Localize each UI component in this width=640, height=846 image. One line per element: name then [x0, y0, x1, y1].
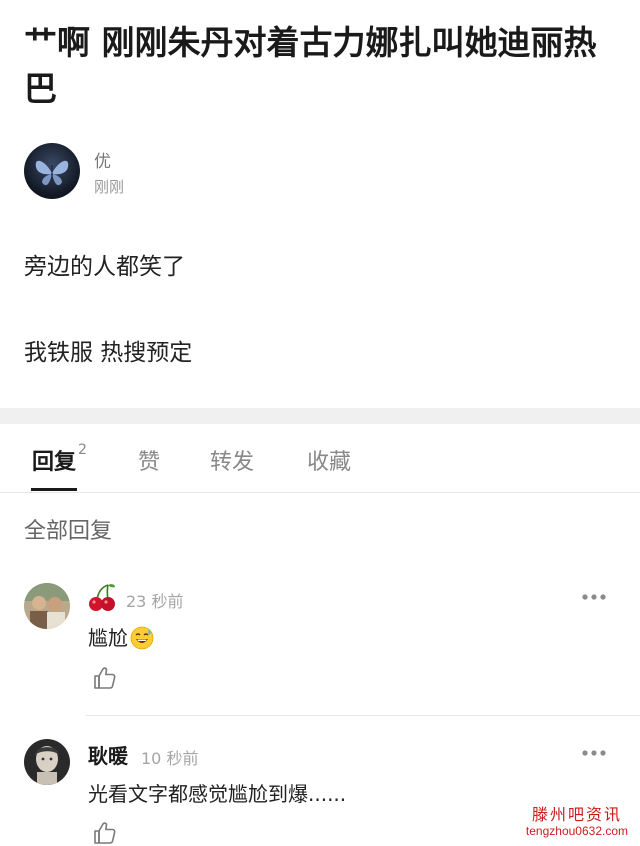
photo-avatar-icon: [24, 583, 70, 629]
more-options-icon[interactable]: [580, 748, 608, 758]
portrait-avatar-icon: [24, 739, 70, 785]
tab-like[interactable]: 赞: [138, 444, 160, 476]
comment-time: 23 秒前: [126, 592, 184, 611]
cherry-icon: [89, 584, 115, 611]
comment-text: 尴尬: [88, 622, 154, 652]
watermark-url: tengzhou0632.com: [525, 824, 628, 838]
post-time: 刚刚: [94, 178, 125, 196]
tab-reply-label: 回复: [32, 450, 77, 475]
tab-reply[interactable]: 回复 2: [32, 442, 87, 476]
author-avatar[interactable]: [24, 143, 80, 199]
all-replies-header: 全部回复: [24, 519, 113, 544]
tab-bar: 回复 2 赞 转发 收藏: [0, 424, 640, 493]
tab-forward[interactable]: 转发: [210, 444, 254, 476]
comment-text-content: 尴尬: [88, 626, 128, 650]
comment-avatar[interactable]: [24, 583, 70, 629]
post-body-line: 旁边的人都笑了: [24, 254, 185, 280]
section-divider: [0, 408, 640, 424]
reply-count-badge: 2: [78, 442, 87, 458]
butterfly-icon: [35, 160, 69, 186]
active-tab-indicator: [31, 488, 77, 491]
author-name[interactable]: 优: [94, 147, 111, 172]
post-body-line: 我铁服 热搜预定: [24, 340, 193, 366]
comment-text: 光看文字都感觉尴尬到爆......: [88, 782, 347, 806]
comment-time: 10 秒前: [141, 749, 199, 768]
tab-collect[interactable]: 收藏: [307, 444, 351, 476]
comment-avatar[interactable]: [24, 739, 70, 785]
post-title: 艹啊 刚刚朱丹对着古力娜扎叫她迪丽热巴: [24, 23, 597, 108]
site-watermark: 滕州吧资讯 tengzhou0632.com: [523, 805, 630, 838]
like-thumb-icon[interactable]: [92, 665, 118, 691]
like-thumb-icon[interactable]: [92, 820, 118, 846]
sweat-smile-emoji-icon: [130, 626, 154, 649]
more-options-icon[interactable]: [580, 592, 608, 602]
comment-divider: [86, 715, 640, 716]
watermark-title: 滕州吧资讯: [531, 805, 622, 824]
comment-author[interactable]: 耿暖: [88, 740, 128, 769]
